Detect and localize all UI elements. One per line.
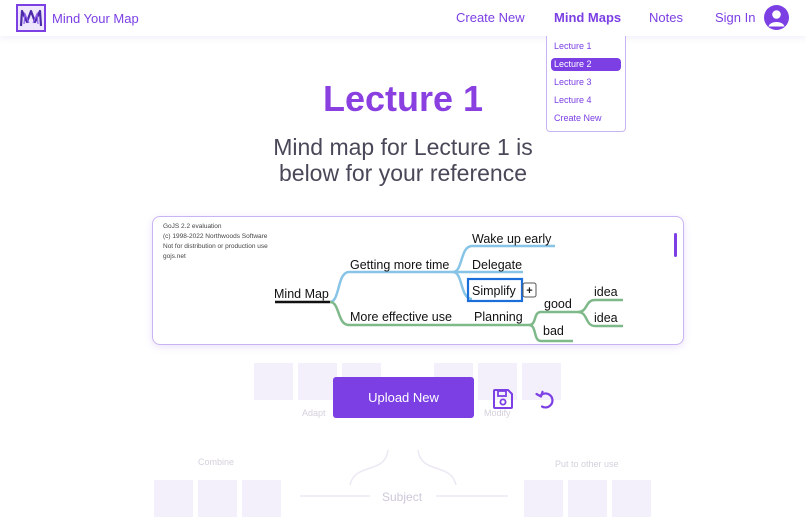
- node-delegate[interactable]: Delegate: [472, 258, 522, 272]
- ghost-box: [298, 363, 337, 400]
- node-bad[interactable]: bad: [543, 324, 564, 338]
- subtitle-line-2: below for your reference: [278, 160, 527, 186]
- node-good[interactable]: good: [544, 297, 572, 311]
- page-title: Lecture 1: [322, 78, 484, 119]
- dropdown-item-create-new[interactable]: Create New: [551, 112, 621, 125]
- ghost-box: [242, 480, 281, 517]
- nav-sign-in[interactable]: Sign In: [715, 10, 755, 25]
- user-avatar-icon[interactable]: [764, 5, 789, 30]
- ghost-box: [198, 480, 237, 517]
- dropdown-item-lecture-4[interactable]: Lecture 4: [551, 94, 621, 107]
- ghost-box: [568, 480, 607, 517]
- subtitle-line-1: Mind map for Lecture 1 is: [273, 134, 533, 160]
- mind-map-svg: + Mind Map Getting more time Wake up ear…: [274, 232, 623, 343]
- branch-good: [528, 310, 542, 327]
- branch-idea-2: [577, 310, 596, 328]
- reset-icon[interactable]: [532, 385, 558, 413]
- dropdown-item-lecture-1[interactable]: Lecture 1: [551, 40, 621, 53]
- upload-new-button[interactable]: Upload New: [333, 377, 474, 418]
- ghost-box: [612, 480, 651, 517]
- node-idea-1[interactable]: idea: [594, 285, 618, 299]
- branch-wake-up: [452, 244, 473, 274]
- diagram-scrollbar[interactable]: [674, 233, 677, 257]
- logo-icon: [16, 4, 46, 32]
- navbar: Mind Your Map Create New Mind Maps Notes…: [0, 0, 806, 36]
- page-subtitle: Mind map for Lecture 1 is below for your…: [0, 134, 806, 186]
- brand-name: Mind Your Map: [52, 10, 139, 26]
- node-getting-more-time[interactable]: Getting more time: [350, 258, 449, 272]
- brand-link[interactable]: Mind Your Map: [16, 4, 139, 32]
- dropdown-item-lecture-2[interactable]: Lecture 2: [551, 58, 621, 71]
- nav-mind-maps[interactable]: Mind Maps: [554, 10, 621, 25]
- dropdown-item-lecture-3[interactable]: Lecture 3: [551, 76, 621, 89]
- ghost-label-other-use: Put to other use: [555, 459, 619, 469]
- branch-effective: [329, 300, 350, 327]
- branch-bad: [528, 323, 542, 343]
- node-more-effective-use[interactable]: More effective use: [350, 310, 452, 324]
- branch-more-time: [329, 270, 350, 304]
- ghost-subject: Subject: [382, 490, 423, 504]
- ghost-box: [524, 480, 563, 517]
- node-wake-up-early[interactable]: Wake up early: [472, 232, 552, 246]
- background-illustration: Adapt Modify Combine Put to other use Su…: [0, 350, 806, 523]
- add-node-plus-icon: +: [526, 285, 532, 297]
- ghost-label-adapt: Adapt: [302, 408, 326, 418]
- node-idea-2[interactable]: idea: [594, 311, 618, 325]
- node-planning[interactable]: Planning: [474, 310, 523, 324]
- nav-create-new[interactable]: Create New: [456, 10, 525, 25]
- mind-maps-dropdown: Lecture 1 Lecture 2 Lecture 3 Lecture 4 …: [546, 36, 626, 132]
- ghost-box: [154, 480, 193, 517]
- mind-map-canvas[interactable]: GoJS 2.2 evaluation (c) 1998-2022 Northw…: [152, 216, 684, 345]
- branch-idea-1: [577, 298, 596, 314]
- save-icon[interactable]: [490, 385, 516, 413]
- nav-notes[interactable]: Notes: [649, 10, 683, 25]
- branch-simplify: [452, 270, 473, 301]
- ghost-box: [254, 363, 293, 400]
- node-simplify[interactable]: Simplify: [472, 284, 517, 298]
- ghost-label-combine: Combine: [198, 457, 235, 467]
- node-mind-map[interactable]: Mind Map: [274, 287, 329, 301]
